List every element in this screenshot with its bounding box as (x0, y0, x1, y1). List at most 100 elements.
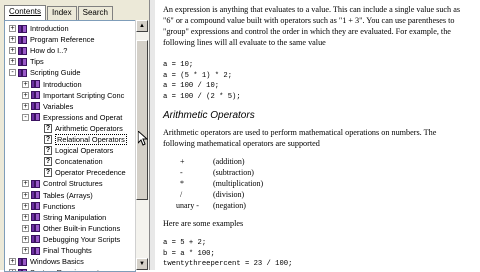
book-icon (31, 191, 40, 199)
book-icon (18, 57, 27, 66)
collapse-icon[interactable]: - (9, 69, 16, 77)
book-icon (31, 102, 40, 111)
book-icon (31, 202, 40, 211)
tree-item-label: Other Built-in Functions (43, 223, 121, 233)
scroll-up-arrow-icon[interactable]: ▲ (136, 20, 148, 32)
operator-description: (division) (213, 190, 245, 199)
tree-item-label: Relational Operators (55, 134, 127, 145)
book-icon (31, 224, 40, 233)
book-icon (31, 235, 40, 244)
expand-icon[interactable]: + (22, 80, 29, 88)
book-icon (18, 24, 27, 33)
tree-item[interactable]: ? Operator Precedence (35, 167, 126, 178)
tree-item[interactable]: + Introduction (22, 79, 82, 90)
book-icon (18, 46, 27, 55)
operator-description: (subtraction) (213, 168, 254, 177)
book-icon (18, 68, 27, 77)
tree-item[interactable]: + Important Scripting Conc (22, 90, 124, 101)
tree-item-label: System Requirements (30, 268, 103, 271)
nav-tabs: Contents Index Search (4, 5, 114, 20)
tree-item[interactable]: ? Logical Operators (35, 145, 113, 156)
book-icon (18, 35, 27, 44)
expand-icon[interactable]: + (22, 213, 29, 221)
tree-item[interactable]: + Control Structures (22, 178, 103, 189)
tree-item[interactable]: + Tips (9, 56, 44, 67)
tree-item[interactable]: + Other Built-in Functions (22, 223, 120, 234)
tree-item[interactable]: + Introduction (9, 23, 69, 34)
operator-symbol: / (180, 190, 183, 199)
book-icon (31, 91, 40, 100)
scroll-down-arrow-icon[interactable]: ▼ (136, 258, 148, 270)
mouse-cursor-icon (138, 131, 148, 146)
navigation-pane: Contents Index Search + Introduction + Prog… (0, 0, 150, 272)
tree-item[interactable]: + How do I..? (9, 45, 67, 56)
operator-description: (addition) (213, 157, 245, 166)
tree-item-label: Tips (30, 57, 44, 67)
tree-item-label: Program Reference (30, 35, 95, 45)
expand-icon[interactable]: + (22, 91, 29, 99)
tree-item-label: Windows Basics (30, 257, 84, 267)
tree-item[interactable]: + Debugging Your Scripts (22, 234, 120, 245)
expand-icon[interactable]: + (22, 224, 29, 232)
book-icon (31, 113, 40, 122)
operator-symbol: * (180, 179, 184, 188)
tree-item[interactable]: - Scripting Guide (9, 67, 81, 78)
tree-item[interactable]: + Final Thoughts (22, 245, 92, 256)
tree-item-label: How do I..? (30, 46, 68, 56)
expand-icon[interactable]: + (9, 47, 16, 55)
expand-icon[interactable]: + (22, 102, 29, 110)
expand-icon[interactable]: + (9, 258, 16, 266)
expand-icon[interactable]: + (22, 235, 29, 243)
examples-intro: Here are some examples (163, 219, 244, 228)
help-page-icon: ? (44, 146, 52, 156)
operator-symbol: - (180, 168, 183, 177)
operator-description: (negation) (213, 201, 246, 210)
expand-icon[interactable]: + (9, 25, 16, 32)
expand-icon[interactable]: + (22, 191, 29, 199)
expand-icon[interactable]: + (22, 202, 29, 210)
book-icon (31, 213, 40, 222)
splitter[interactable] (150, 0, 155, 270)
tree-item-label: Concatenation (55, 157, 103, 167)
collapse-icon[interactable]: - (22, 113, 29, 121)
expand-icon[interactable]: + (9, 36, 16, 44)
book-icon (31, 246, 40, 255)
tree-item-label: Control Structures (43, 179, 103, 189)
tab-contents[interactable]: Contents (4, 5, 47, 20)
tree-item-label: Important Scripting Conc (43, 90, 125, 100)
tree-item-label: Variables (43, 101, 74, 111)
tab-search[interactable]: Search (77, 6, 113, 20)
tree-item-label: Functions (43, 201, 76, 211)
expand-icon[interactable]: + (9, 58, 16, 66)
help-page-icon: ? (44, 123, 52, 133)
help-page-icon: ? (44, 168, 52, 178)
help-page-icon: ? (44, 157, 52, 167)
scroll-thumb[interactable] (136, 40, 148, 200)
tree-item[interactable]: + Windows Basics (9, 256, 84, 267)
tree-item[interactable]: ? Arithmetic Operators (35, 123, 123, 134)
code-example-1: a = 10; a = (5 * 1) * 2; a = 100 / 10; a… (163, 61, 241, 101)
tree-item-label: Debugging Your Scripts (43, 234, 121, 244)
tree-item[interactable]: + Tables (Arrays) (22, 190, 93, 201)
arithmetic-paragraph: Arithmetic operators are used to perform… (163, 128, 437, 148)
tree-item-label: Scripting Guide (30, 68, 81, 78)
tree-item-label: Logical Operators (55, 146, 114, 156)
tree-item[interactable]: + Functions (22, 201, 75, 212)
tree-item-label: Final Thoughts (43, 246, 92, 255)
tree-item[interactable]: ? Concatenation (35, 156, 103, 167)
tree-item[interactable]: + Variables (22, 101, 73, 112)
help-page-icon: ? (44, 135, 52, 144)
tree-item[interactable]: + String Manipulation (22, 212, 106, 223)
content-pane: An expression is anything that evaluates… (156, 0, 480, 270)
tree-item[interactable]: + Program Reference (9, 34, 95, 45)
tab-index[interactable]: Index (47, 6, 77, 20)
tree-item[interactable]: ? Relational Operators (35, 134, 127, 145)
expand-icon[interactable]: + (22, 180, 29, 188)
tree-item[interactable]: - Expressions and Operat (22, 112, 122, 123)
tree-item-label: String Manipulation (43, 212, 107, 222)
tree-item-label: Arithmetic Operators (55, 123, 123, 133)
contents-tree: + Introduction + Program Reference + How do I… (4, 20, 136, 272)
tree-item-label: Expressions and Operat (43, 112, 123, 122)
book-icon (31, 179, 40, 188)
expand-icon[interactable]: + (22, 247, 29, 254)
